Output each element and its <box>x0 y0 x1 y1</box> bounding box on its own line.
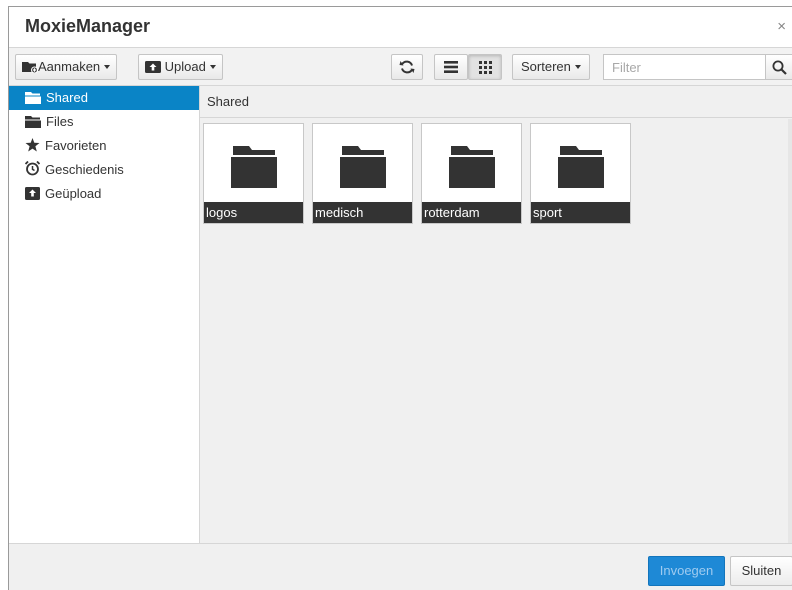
upload-button[interactable]: Upload <box>138 54 223 80</box>
folder-tile-rotterdam[interactable]: rotterdam <box>421 123 522 224</box>
toolbar: Aanmaken Upload Sorteren Filter <box>9 48 792 86</box>
folder-icon <box>340 146 386 188</box>
folder-name: medisch <box>313 202 412 223</box>
title-bar: MoxieManager × <box>9 7 792 48</box>
chevron-down-icon <box>209 65 216 69</box>
upload-button-label: Upload <box>164 59 206 74</box>
breadcrumb-item[interactable]: Shared <box>207 94 249 109</box>
sidebar-item-label: Shared <box>46 90 88 105</box>
refresh-icon <box>399 60 415 74</box>
sort-button[interactable]: Sorteren <box>512 54 590 80</box>
close-icon[interactable]: × <box>777 18 786 35</box>
upload-box-icon <box>25 187 40 200</box>
folder-icon <box>558 146 604 188</box>
sidebar: Shared Files Favorieten Geschiedenis Geü… <box>9 86 200 543</box>
star-icon <box>25 138 40 152</box>
sidebar-item-favorites[interactable]: Favorieten <box>9 134 199 158</box>
folder-icon <box>25 116 41 128</box>
list-view-button[interactable] <box>434 54 468 80</box>
close-button[interactable]: Sluiten <box>730 556 792 586</box>
filter-input[interactable] <box>603 54 766 80</box>
folder-name: logos <box>204 202 303 223</box>
folder-add-icon <box>22 62 38 73</box>
vertical-scrollbar[interactable] <box>788 119 792 543</box>
search-button[interactable] <box>765 54 792 80</box>
sidebar-item-history[interactable]: Geschiedenis <box>9 158 199 182</box>
chevron-down-icon <box>104 65 111 69</box>
sidebar-item-files[interactable]: Files <box>9 110 199 134</box>
folder-open-icon <box>25 92 41 104</box>
sidebar-item-shared[interactable]: Shared <box>9 86 199 110</box>
refresh-button[interactable] <box>391 54 423 80</box>
alarm-clock-icon <box>25 161 40 176</box>
upload-icon <box>145 61 161 73</box>
sort-button-label: Sorteren <box>521 59 571 74</box>
file-area: Shared logos medisch rotterdam sport <box>200 86 792 543</box>
dialog-footer: Invoegen Sluiten <box>9 543 792 590</box>
sidebar-item-label: Geüpload <box>45 186 102 201</box>
dialog-title: MoxieManager <box>25 16 151 36</box>
search-icon <box>772 60 787 75</box>
list-view-icon <box>444 61 458 73</box>
folder-tile-sport[interactable]: sport <box>530 123 631 224</box>
create-button-label: Aanmaken <box>38 59 101 74</box>
breadcrumb: Shared <box>200 86 792 118</box>
sidebar-item-label: Favorieten <box>45 138 107 153</box>
file-manager-dialog: MoxieManager × Aanmaken Upload Sorteren … <box>8 6 792 590</box>
grid-view-icon <box>478 61 492 74</box>
sidebar-item-label: Files <box>46 114 74 129</box>
folder-tile-medisch[interactable]: medisch <box>312 123 413 224</box>
sidebar-item-uploaded[interactable]: Geüpload <box>9 182 199 206</box>
chevron-down-icon <box>574 65 581 69</box>
thumbnail-view-button[interactable] <box>468 54 502 80</box>
folder-name: rotterdam <box>422 202 521 223</box>
folder-icon <box>449 146 495 188</box>
folder-name: sport <box>531 202 630 223</box>
sidebar-item-label: Geschiedenis <box>45 162 124 177</box>
create-button[interactable]: Aanmaken <box>15 54 118 80</box>
folder-tile-logos[interactable]: logos <box>203 123 304 224</box>
insert-button[interactable]: Invoegen <box>648 556 725 586</box>
folder-icon <box>231 146 277 188</box>
